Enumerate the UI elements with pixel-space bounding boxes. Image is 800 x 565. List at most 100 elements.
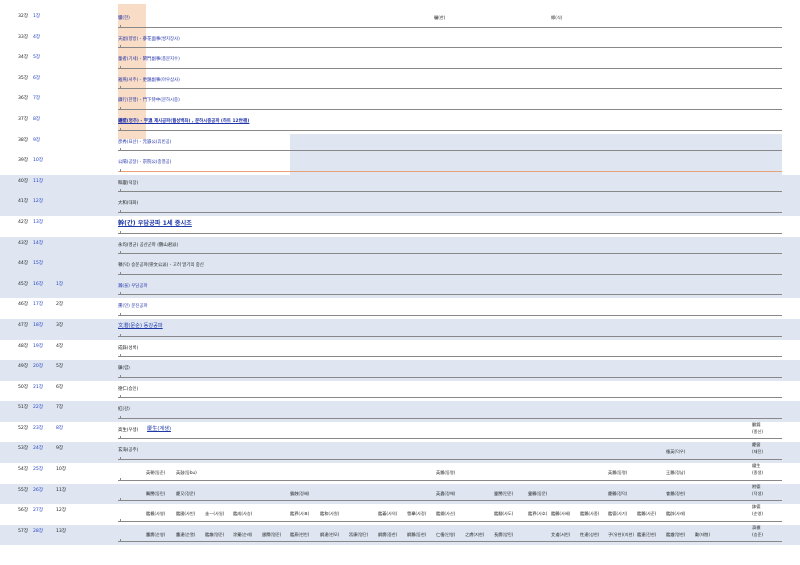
descendant-name[interactable]: 英鵝(동명) [608,470,627,476]
person-name[interactable]: 頓(덕) 승문공파(崇文公派) - 고려 말기의 중신 [118,262,204,268]
descendant-name[interactable]: 醫闇(동민) [146,491,165,497]
descendant-name[interactable]: 鑑趣(명준) [205,532,224,538]
person-name[interactable]: 驪(한) [118,15,130,21]
descendant-name[interactable]: 靈鶴(동문) [528,491,547,497]
descendant-name[interactable]: 銀關(명준) [262,532,281,538]
descendant-name[interactable]: 英鵝(동명) [436,470,455,476]
descendant-name[interactable]: 靈闇(민준) [494,491,513,497]
person-name[interactable]: 玄海(공주) [118,447,138,453]
descendant-name[interactable]: 慶鶴(정덕) [608,491,627,497]
sub-generation-link[interactable]: 8장 [33,116,40,122]
sub-generation-link[interactable]: 17장 [33,301,43,307]
descendant-name[interactable]: 鑑辟(사래) [666,511,685,517]
descendant-name[interactable]: 鑑國(사빈) [176,511,195,517]
sub-generation-link[interactable]: 7장 [33,95,40,101]
descendant-name[interactable]: 鑑德(사기) [608,511,627,517]
person-name[interactable]: 慶生(계생) [147,425,171,432]
person-name[interactable]: 熏(민) 문진공파 [118,303,147,309]
sub-generation-link[interactable]: 1장 [33,13,40,19]
descendant-name[interactable]: 之膚(지현) [465,532,484,538]
sub-generation-link[interactable]: 5장 [33,54,40,60]
descendant-name[interactable]: 鑑鋼(사신) [436,511,455,517]
descendant-name[interactable]: 艾道(서빈) [551,532,570,538]
descendant-name[interactable]: 英轟(정해) [436,491,455,497]
descendant-name[interactable]: 鑑界(사호) [528,511,547,517]
descendant-name[interactable]: 鏖鷹(순영) [146,532,165,538]
descendant-name[interactable]: 鑑燕(현빈) [290,532,309,538]
descendant-name[interactable]: 慶又(정운) [176,491,195,497]
person-name[interactable]: 粹巖(덕장) [118,180,138,186]
person-name[interactable]: 高生(우생) [118,427,138,433]
person-name[interactable]: 鑛行(한행) - 門下侍中(문하시중) [118,97,180,103]
sub-generation-link[interactable]: 9장 [33,137,40,143]
descendant-name[interactable]: 鑑爐(명현) [666,532,685,538]
descendant-name[interactable]: 循英(덕우) [666,449,685,455]
person-name[interactable]: 童者(기세) - 閑門副事(풍문지수) [118,56,180,62]
person-name[interactable]: 雅燕(서주) - 更韻副事(아우삼사) [118,77,180,83]
descendant-name[interactable]: 勳(태형) [695,532,710,538]
sub-generation-link[interactable]: 22장 [33,404,43,410]
person-name[interactable]: 大和(대화) [118,200,138,206]
descendant-name[interactable]: 鑑鶴(사혜) [551,511,570,517]
descendant-name[interactable]: 涂藥(순래) [233,532,252,538]
descendant-name[interactable]: 鏖達(순열) [176,532,195,538]
person-name[interactable]: 永均(명균) 공산군파 (鶴山君派) [118,242,178,248]
sub-generation-link[interactable]: 16장 [33,281,43,287]
descendant-name[interactable]: 英鼓(동bu) [176,470,197,476]
descendant-name[interactable]: 鑑連(진현) [637,532,656,538]
sub-generation-link[interactable]: 26장 [33,487,43,493]
descendant-name[interactable]: 鑑鵝(사종) [580,511,599,517]
descendant-name[interactable]: 英朝(동준) [146,470,165,476]
sub-generation-link[interactable]: 14장 [33,240,43,246]
sub-generation-link[interactable]: 20장 [33,363,43,369]
descendant-name[interactable]: 驪(한) [434,15,445,21]
descendant-name[interactable]: 王鵝(정남) [666,470,685,476]
descendant-name[interactable]: 鋼鵝(동현) [407,532,426,538]
descendant-name[interactable]: 圭—(사일) [205,511,224,517]
descendant-name[interactable]: 鋼鷹(중한) [378,532,397,538]
sub-generation-link[interactable]: 13장 [33,219,43,225]
sub-generation-link[interactable]: 15장 [33,260,43,266]
sub-generation-link[interactable]: 18장 [33,322,43,328]
descendant-name[interactable]: 鑑鵝(사준) [637,511,656,517]
sub-generation-link[interactable]: 12장 [33,198,43,204]
person-name[interactable]: 幹(간) 우담공파 1세 중시조 [118,218,192,227]
sub-generation-link[interactable]: 24장 [33,445,43,451]
descendant-name[interactable]: 鑑和(사원) [320,511,339,517]
person-name[interactable]: 紅(강) [118,406,130,412]
descendant-name[interactable]: 鋼達(현모) [320,532,339,538]
sub-generation-link[interactable]: 21장 [33,384,43,390]
descendant-name[interactable]: 雪擧(사정) [407,511,426,517]
descendant-name[interactable]: 霸蝕(정혜) [290,491,309,497]
sub-generation-link[interactable]: 10장 [33,157,43,163]
sub-generation-link[interactable]: 19장 [33,343,43,349]
descendant-name[interactable]: 鑑界(사표) [290,511,309,517]
descendant-name[interactable]: 子(유현)(지현) [608,532,634,538]
sub-generation-link[interactable]: 11장 [33,178,43,184]
descendant-name[interactable]: 長鷹(양민) [494,532,513,538]
sub-generation-link[interactable]: 4장 [33,34,40,40]
person-name[interactable]: 彦秀(표산) - 元嶽公(휴빈공) [118,139,171,145]
sub-generation-link[interactable]: 28장 [33,528,43,534]
person-name[interactable]: 天副(향방) - 蔘花面事(쌍지장사) [118,36,180,42]
sub-generation-link[interactable]: 23장 [33,425,43,431]
person-name[interactable]: 公陽(공달) - 宗院公(종열공) [118,159,171,165]
descendant-name[interactable]: 鑑翻(사도) [494,511,513,517]
person-name[interactable]: 鍊(렴) [118,365,130,371]
descendant-name[interactable]: 鑑楓(사영) [146,511,165,517]
person-name[interactable]: 文潛(문순) 동강공파 [118,322,163,329]
person-name[interactable]: 鍾壁(명주) - 宇溫 제사공파(월성백좌) , 문하시중공파 (하트 12世祖… [118,118,249,124]
person-name[interactable]: 成錄(성록) [118,345,138,351]
descendant-name[interactable]: 會鵝(정현) [666,491,685,497]
descendant-name[interactable]: 鑑成(사승) [233,511,252,517]
descendant-name[interactable]: 性達(성현) [580,532,599,538]
descendant-name[interactable]: 鑑義(사의) [378,511,397,517]
descendant-name[interactable]: 炁康(명단) [349,532,368,538]
sub-generation-link[interactable]: 25장 [33,466,43,472]
person-name[interactable]: 德仁(승인) [118,386,138,392]
sub-generation-link[interactable]: 27장 [33,507,43,513]
person-name[interactable]: 瀚(울) 우담공파 [118,283,147,289]
descendant-name[interactable]: 鄕(식) [551,15,562,21]
descendant-name[interactable]: 仁植(인영) [436,532,455,538]
sub-generation-link[interactable]: 6장 [33,75,40,81]
